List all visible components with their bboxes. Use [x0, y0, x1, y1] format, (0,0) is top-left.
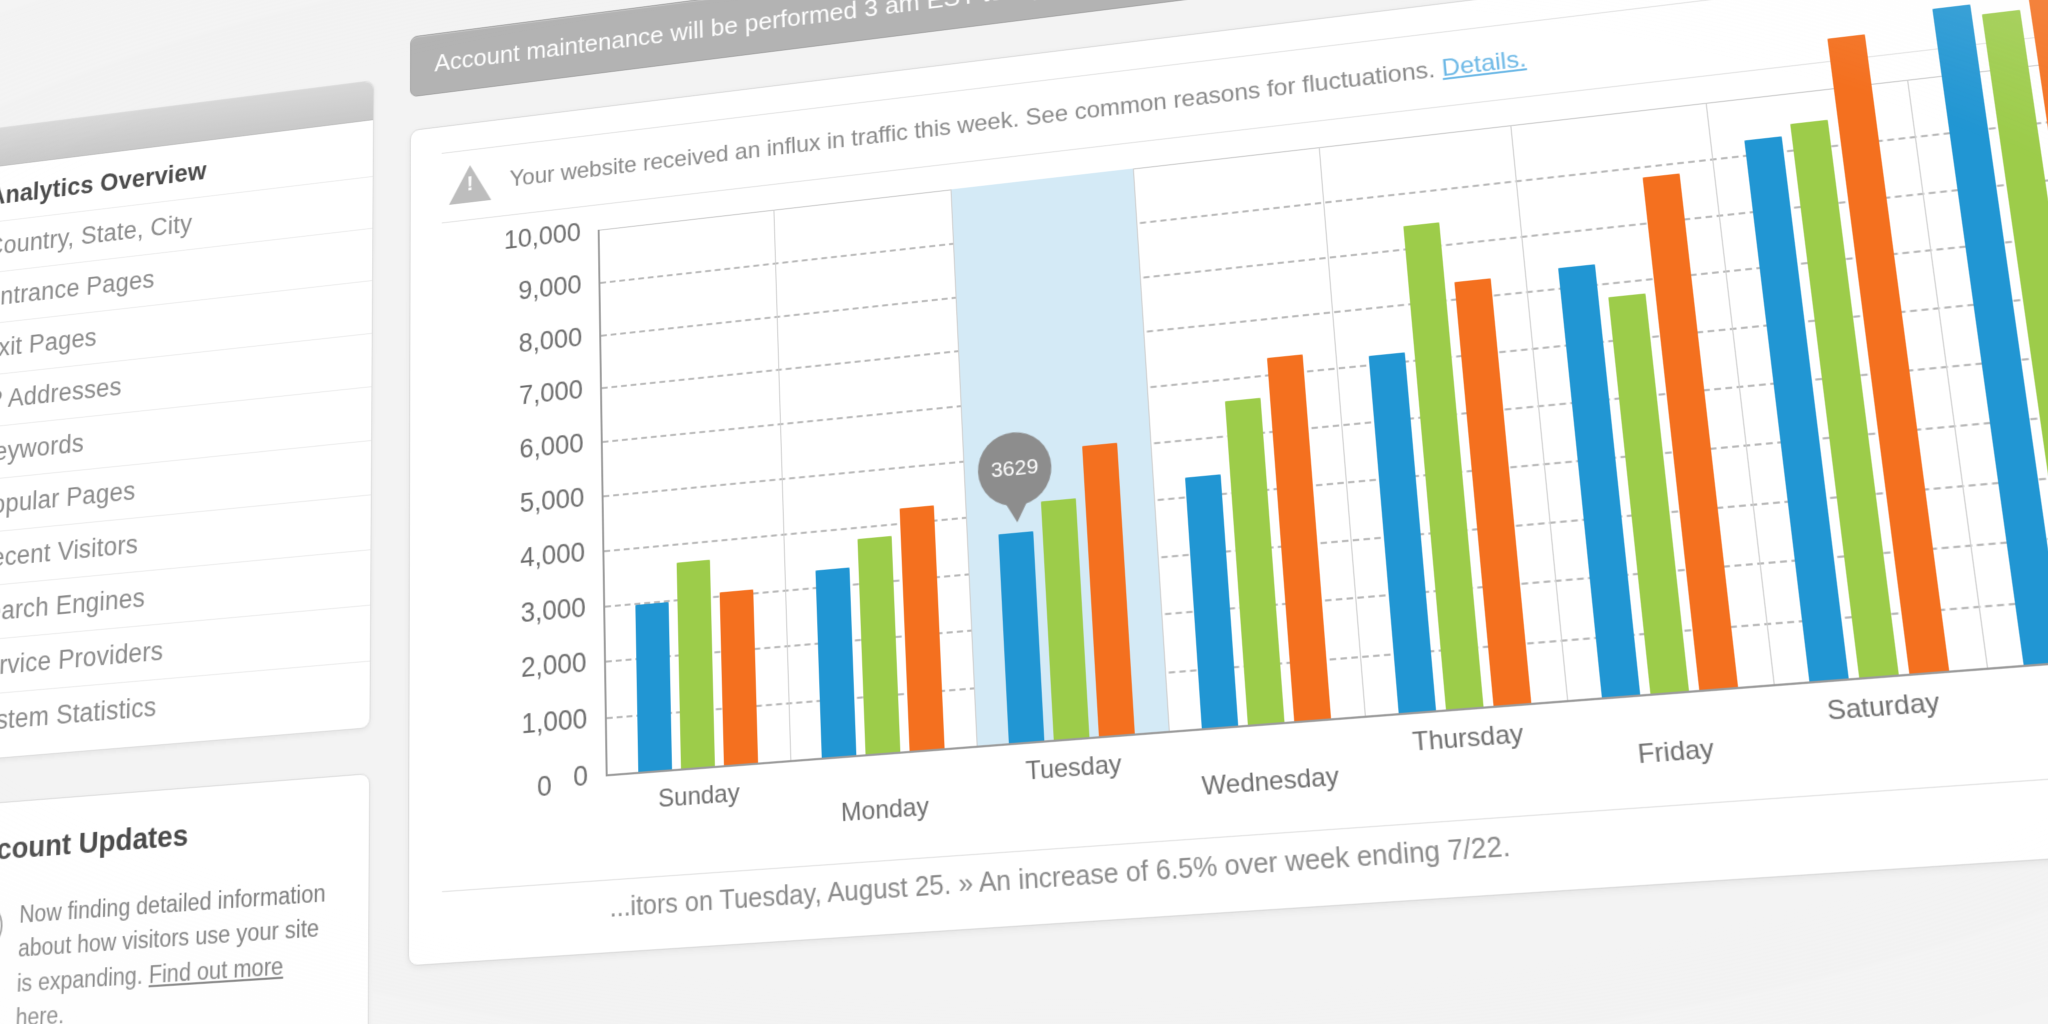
sidebar: Analytics OverviewCountry, State, CityEn…: [0, 80, 374, 1024]
bar-group: [1132, 147, 1364, 731]
y-axis-tick-label: 8,000: [518, 322, 582, 359]
x-axis-tick-label: Sunday: [1992, 697, 2048, 745]
bar-visitors[interactable]: [1932, 5, 2048, 665]
chart-card: Your website received an influx in traff…: [408, 0, 2048, 966]
x-axis-tick-label: Wednesday: [1171, 760, 1371, 805]
bar-visitors[interactable]: [636, 602, 673, 771]
x-axis-tick-label: Thursday: [1366, 716, 1571, 762]
bar-returning-visitors[interactable]: [1642, 173, 1737, 690]
bar-group: [600, 210, 790, 774]
bar-visitors[interactable]: [815, 568, 856, 758]
y-axis-zero-label: 0: [537, 770, 552, 803]
bar-group: [1706, 80, 1987, 684]
chart-day-column[interactable]: Thursday: [1319, 125, 1567, 715]
account-updates-title: Account Updates: [0, 807, 340, 870]
chart-day-column[interactable]: Monday: [773, 189, 977, 760]
y-axis-tick-label: 10,000: [504, 217, 581, 255]
influx-details-link[interactable]: Details.: [1441, 45, 1528, 82]
bar-unique-visitors[interactable]: [1790, 120, 1899, 678]
bar-unique-visitors[interactable]: [1225, 398, 1284, 725]
gridline: [606, 527, 2048, 663]
sidebar-nav-list: Analytics OverviewCountry, State, CityEn…: [0, 120, 373, 762]
sidebar-nav-panel: Analytics OverviewCountry, State, CityEn…: [0, 80, 374, 763]
y-axis-tick-label: 3,000: [520, 591, 585, 628]
warning-icon: [449, 163, 491, 207]
bar-visitors[interactable]: [1558, 265, 1640, 698]
bar-group: [1510, 103, 1774, 700]
influx-notice-message: Your website received an influx in traff…: [510, 56, 1444, 193]
y-axis-tick-label: 9,000: [518, 269, 582, 306]
influx-notice-text: Your website received an influx in traff…: [510, 45, 1528, 193]
chart-day-column[interactable]: Friday: [1510, 103, 1774, 700]
bar-unique-visitors[interactable]: [1041, 498, 1090, 740]
bar-group: [1906, 56, 2048, 667]
bar-returning-visitors[interactable]: [899, 505, 944, 750]
bar-returning-visitors[interactable]: [1828, 34, 1950, 674]
chart-day-column[interactable]: Wednesday: [1132, 147, 1364, 731]
y-axis-tick-label: 5,000: [520, 482, 585, 519]
x-axis-tick-label: Saturday: [1775, 684, 1992, 732]
main-content: Analytics Overview Account maintenance w…: [408, 0, 2048, 966]
bar-unique-visitors[interactable]: [1404, 222, 1484, 709]
account-updates-panel: Account Updates ⊕Now finding detailed in…: [0, 773, 370, 1024]
y-axis-tick-label: 1,000: [521, 703, 587, 740]
y-axis-tick-label: 2,000: [521, 647, 587, 684]
bar-group: [773, 189, 977, 760]
account-update-item: ⊕Now finding detailed information about …: [0, 869, 340, 1024]
bar-visitors[interactable]: [999, 531, 1045, 743]
value-tooltip: 3629: [976, 429, 1053, 509]
x-axis-tick-label: Tuesday: [977, 746, 1171, 791]
chart-footer-summary: ...itors on Tuesday, August 25. » An inc…: [442, 782, 2048, 936]
bar-visitors[interactable]: [1745, 136, 1849, 681]
bar-returning-visitors[interactable]: [1455, 278, 1532, 705]
y-axis-tick-label: 4,000: [520, 536, 585, 573]
bar-unique-visitors[interactable]: [857, 536, 900, 755]
account-updates-list: ⊕Now finding detailed information about …: [0, 869, 340, 1024]
bar-returning-visitors[interactable]: [1082, 443, 1135, 736]
y-axis-labels: 10,0009,0008,0007,0006,0005,0004,0003,00…: [442, 232, 588, 787]
column-divider: [1906, 80, 1987, 668]
chart-day-column[interactable]: Sunday: [1906, 56, 2048, 667]
bar-group: [950, 169, 1168, 746]
x-axis-tick-label: Monday: [791, 789, 980, 833]
bar-chart: 10,000 9,000 8,000 7,000 6,000 5,000 4,000 3,00…: [442, 56, 2048, 862]
column-divider: [1319, 147, 1366, 716]
globe-icon: ⊕: [0, 902, 3, 954]
chart-day-column[interactable]: Tuesday3629: [950, 169, 1168, 746]
column-divider: [1510, 125, 1568, 700]
bar-group: [1319, 125, 1567, 715]
bar-unique-visitors[interactable]: [1982, 10, 2048, 661]
y-axis-tick-label: 0: [573, 760, 588, 793]
bar-returning-visitors[interactable]: [2020, 0, 2048, 657]
bar-returning-visitors[interactable]: [720, 589, 758, 765]
x-axis-tick-label: Friday: [1571, 729, 1783, 776]
gridline: [607, 588, 2048, 719]
bar-visitors[interactable]: [1369, 352, 1436, 713]
bar-returning-visitors[interactable]: [1267, 354, 1331, 721]
y-axis-tick-label: 6,000: [519, 428, 584, 465]
chart-day-column[interactable]: Saturday: [1706, 80, 1987, 684]
y-axis-tick-label: 7,000: [519, 374, 583, 411]
bar-unique-visitors[interactable]: [677, 560, 715, 769]
bar-visitors[interactable]: [1185, 475, 1238, 729]
app-page: Analytics OverviewCountry, State, CityEn…: [0, 0, 2048, 1024]
column-divider: [1706, 103, 1775, 684]
chart-day-column[interactable]: Sunday: [600, 210, 790, 774]
x-axis-tick-label: Sunday: [608, 775, 791, 818]
account-update-text: Now finding detailed information about h…: [15, 875, 340, 1024]
screen: Analytics OverviewCountry, State, CityEn…: [0, 0, 2048, 1024]
bar-unique-visitors[interactable]: [1608, 294, 1689, 694]
